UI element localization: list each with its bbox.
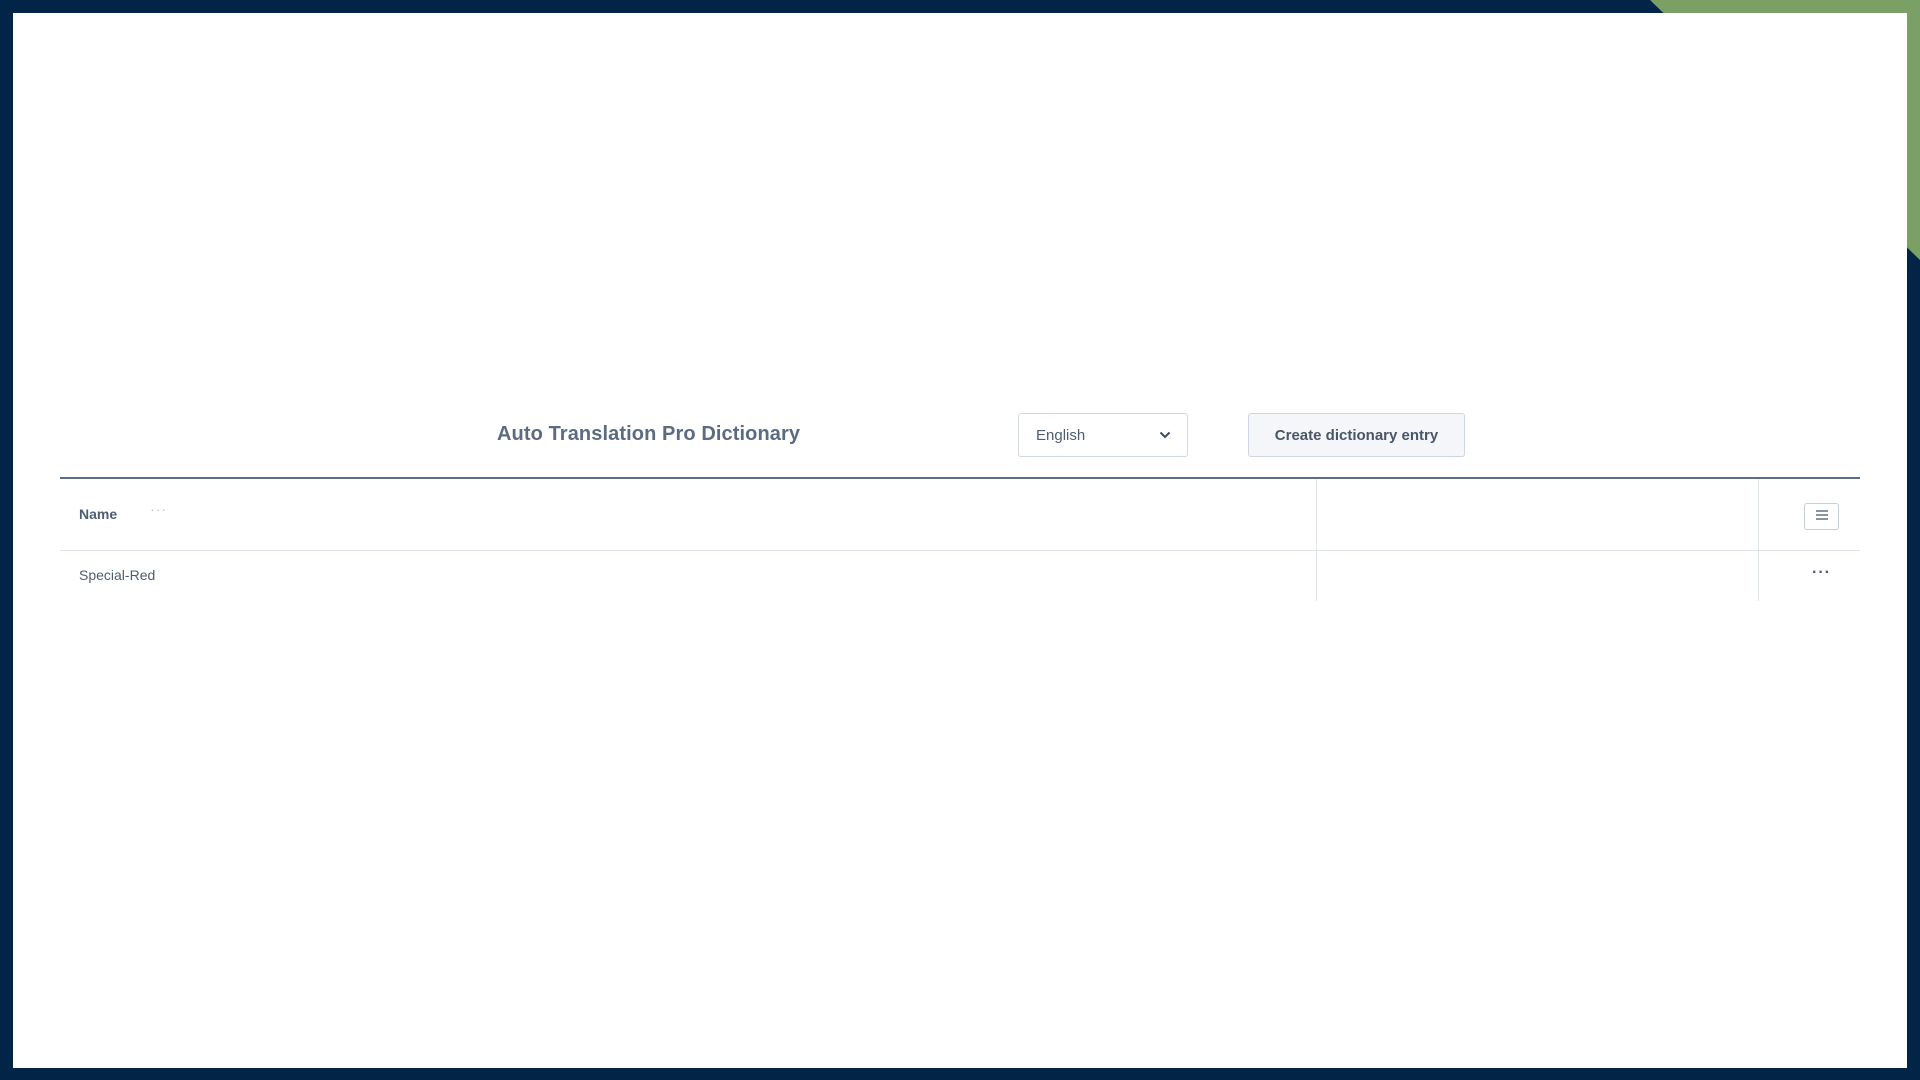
language-select-value: English (1036, 426, 1086, 444)
create-dictionary-entry-button[interactable]: Create dictionary entry (1248, 413, 1465, 457)
column-menu-ellipsis-icon[interactable]: ··· (150, 501, 167, 517)
column-header-name[interactable]: Name (79, 506, 117, 522)
content-panel: Auto Translation Pro Dictionary English … (13, 13, 1907, 1068)
list-icon (1814, 508, 1830, 526)
column-settings-button[interactable] (1804, 503, 1839, 530)
dictionary-toolbar: Auto Translation Pro Dictionary English … (60, 399, 1860, 479)
table-row[interactable]: Special-Red ··· (60, 552, 1860, 601)
cell-name: Special-Red (79, 567, 156, 583)
language-select[interactable]: English (1018, 413, 1188, 457)
chevron-down-icon (1159, 431, 1171, 439)
table-header-row: Name ··· (60, 479, 1860, 551)
page-title: Auto Translation Pro Dictionary (497, 423, 801, 445)
dictionary-table: Name ··· Special-Red ··· (60, 477, 1860, 601)
row-actions-ellipsis-icon[interactable]: ··· (1812, 564, 1831, 582)
